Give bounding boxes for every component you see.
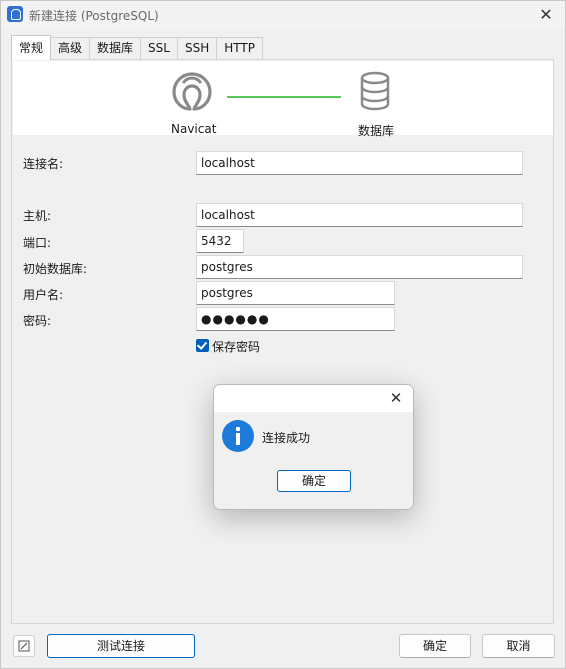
cancel-button[interactable]: 取消 (482, 634, 555, 658)
window-title: 新建连接 (PostgreSQL) (29, 9, 159, 23)
connection-success-dialog: ✕ 连接成功 确定 (213, 384, 414, 510)
save-password-checkbox[interactable] (196, 339, 209, 352)
password-field[interactable]: ●●●●●● (196, 307, 395, 331)
connection-line (227, 96, 341, 98)
dialog-ok-button[interactable]: 确定 (277, 470, 351, 492)
dialog-close-icon[interactable]: ✕ (385, 387, 407, 409)
connection-name-field[interactable]: localhost (196, 151, 523, 175)
tab-advanced[interactable]: 高级 (50, 37, 91, 60)
dialog-message: 连接成功 (262, 431, 311, 445)
connection-name-label: 连接名: (23, 157, 64, 171)
username-field[interactable]: postgres (196, 281, 395, 305)
dialog-title-bar: ✕ (214, 385, 413, 412)
connection-banner: Navicat 数据库 (13, 61, 553, 138)
window-close-icon[interactable]: ✕ (535, 4, 557, 26)
tab-general[interactable]: 常规 (11, 35, 52, 60)
edit-icon (18, 640, 30, 652)
tab-bar: 常规 高级 数据库 SSL SSH HTTP (11, 35, 263, 60)
initial-database-field[interactable]: postgres (196, 255, 523, 279)
title-bar: 新建连接 (PostgreSQL) ✕ (1, 1, 565, 29)
general-panel: Navicat 数据库 (11, 59, 554, 624)
username-label: 用户名: (23, 288, 64, 302)
app-icon (7, 6, 23, 22)
tab-ssh[interactable]: SSH (176, 37, 218, 60)
database-icon (360, 71, 390, 111)
tab-databases[interactable]: 数据库 (89, 37, 142, 60)
edit-note-button[interactable] (13, 635, 35, 657)
tab-ssl[interactable]: SSL (140, 37, 178, 60)
tab-http[interactable]: HTTP (216, 37, 263, 60)
navicat-label: Navicat (171, 122, 217, 136)
test-connection-button[interactable]: 测试连接 (47, 634, 195, 658)
new-connection-window: 新建连接 (PostgreSQL) ✕ 常规 高级 数据库 SSL SSH HT… (0, 0, 566, 669)
bottom-button-bar: 测试连接 确定 取消 (1, 631, 565, 661)
initial-database-label: 初始数据库: (23, 262, 88, 276)
dialog-body: 连接成功 确定 (214, 412, 413, 509)
save-password-label: 保存密码 (212, 340, 261, 354)
password-label: 密码: (23, 314, 52, 328)
host-field[interactable]: localhost (196, 203, 523, 227)
ok-button[interactable]: 确定 (399, 634, 471, 658)
database-label: 数据库 (358, 124, 395, 138)
info-icon (222, 420, 254, 452)
port-field[interactable]: 5432 (196, 229, 244, 253)
navicat-logo-icon (172, 72, 212, 111)
host-label: 主机: (23, 209, 52, 223)
port-label: 端口: (23, 236, 52, 250)
